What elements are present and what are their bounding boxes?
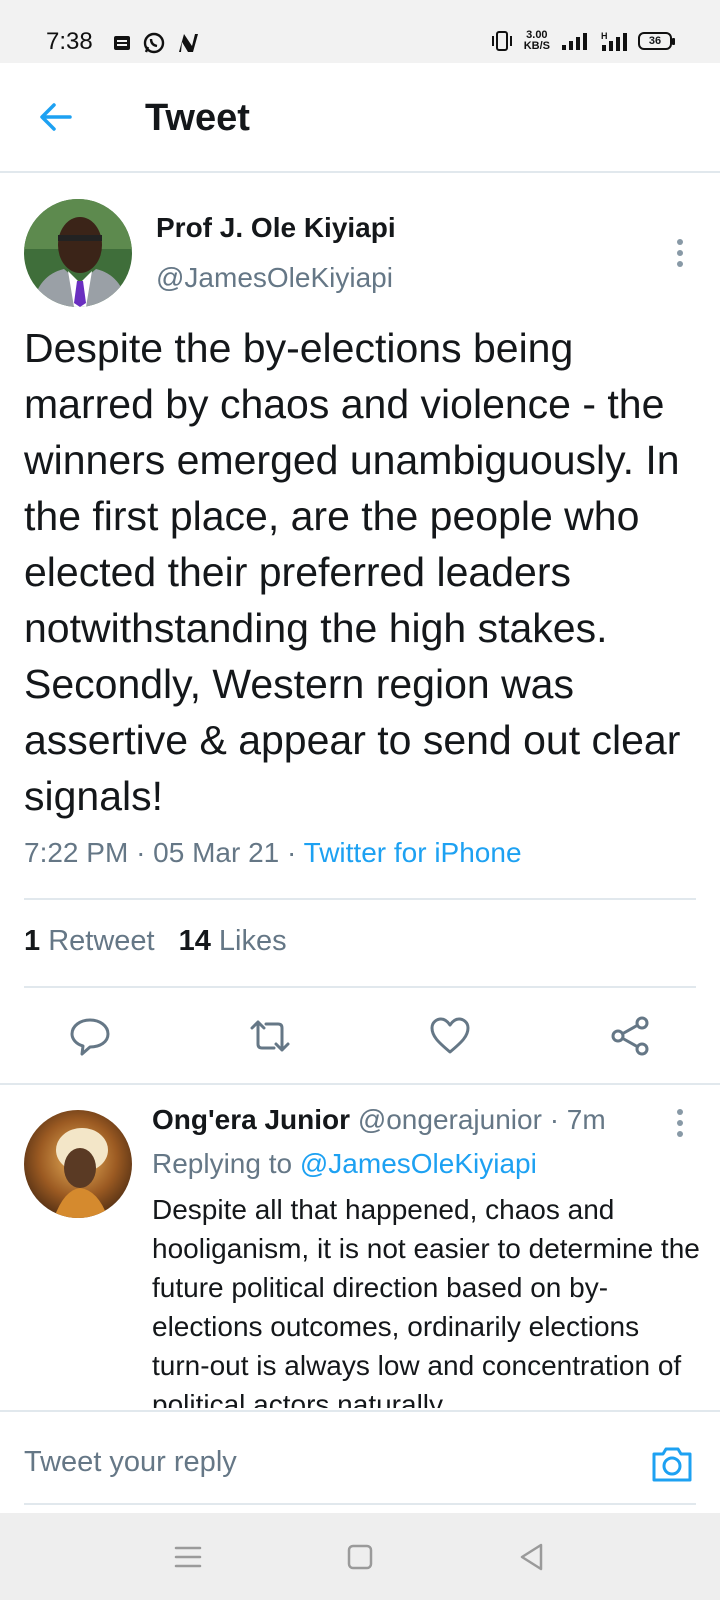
reply-compose-bar: Tweet your reply: [0, 1410, 720, 1513]
divider: [24, 986, 696, 988]
camera-icon[interactable]: [650, 1442, 694, 1486]
more-options-icon[interactable]: [670, 233, 690, 273]
home-square-icon[interactable]: [344, 1541, 376, 1573]
likes-stat[interactable]: 14 Likes: [179, 925, 287, 958]
network-speed: 3.00 KB/S: [524, 30, 550, 52]
back-arrow-icon[interactable]: [36, 97, 76, 137]
reply-author-avatar[interactable]: [24, 1110, 132, 1218]
battery-icon: 36: [638, 32, 675, 50]
meta-separator: ·: [287, 837, 297, 868]
replying-prefix: Replying to: [152, 1148, 293, 1179]
svg-text:H: H: [601, 31, 608, 41]
replying-handle-link[interactable]: @JamesOleKiyiapi: [300, 1148, 537, 1179]
author-name[interactable]: Prof J. Ole Kiyiapi: [156, 212, 396, 244]
reply-author-handle[interactable]: @ongerajunior: [358, 1104, 542, 1135]
retweet-icon[interactable]: [248, 1014, 292, 1058]
meta-separator: ·: [136, 837, 146, 868]
notification-icon: [114, 36, 130, 50]
menu-icon[interactable]: [172, 1541, 204, 1573]
status-time: 7:38: [46, 28, 93, 55]
tweet-source-link[interactable]: Twitter for iPhone: [304, 837, 522, 868]
whatsapp-icon: [143, 32, 165, 54]
reply-text[interactable]: Despite all that happened, chaos and hoo…: [152, 1190, 700, 1408]
back-triangle-icon[interactable]: [516, 1541, 548, 1573]
reply-input[interactable]: Tweet your reply: [24, 1446, 237, 1479]
vibrate-icon: [491, 31, 512, 51]
replying-to: Replying to @JamesOleKiyiapi: [152, 1148, 537, 1180]
reply-icon[interactable]: [68, 1014, 112, 1058]
status-left-icons: [112, 31, 200, 55]
system-nav-bar: [0, 1513, 720, 1600]
retweet-label: Retweet: [48, 925, 155, 957]
retweet-count: 1: [24, 925, 41, 957]
divider: [24, 898, 696, 900]
speed-unit: KB/S: [523, 40, 550, 52]
author-handle[interactable]: @JamesOleKiyiapi: [156, 262, 393, 294]
retweets-stat[interactable]: 1 Retweet: [24, 925, 155, 958]
divider: [0, 1083, 720, 1085]
compose-underline: [24, 1503, 696, 1505]
share-icon[interactable]: [608, 1014, 652, 1058]
tweet-stats: 1 Retweet 14 Likes: [24, 925, 287, 958]
like-label: Likes: [218, 925, 287, 957]
reply-more-options-icon[interactable]: [670, 1103, 690, 1143]
signal-h-icon: H: [601, 31, 627, 51]
tweet-text: Despite the by-elections being marred by…: [24, 325, 681, 819]
status-bar: 7:38 3.00 KB/S H 36: [0, 0, 720, 63]
reply-separator: ·: [549, 1104, 560, 1135]
signal-icon: [562, 33, 587, 50]
n-app-icon: [179, 34, 198, 52]
page-title: Tweet: [145, 97, 250, 139]
tweet-date: 05 Mar 21: [153, 837, 280, 868]
top-app-bar: Tweet: [0, 63, 720, 173]
tweet-actions: [0, 1010, 720, 1070]
tweet-meta: 7:22 PM · 05 Mar 21 · Twitter for iPhone: [24, 837, 522, 869]
tweet-time: 7:22 PM: [24, 837, 129, 868]
reply-author-name[interactable]: Ong'era Junior: [152, 1104, 350, 1135]
author-avatar[interactable]: [24, 199, 132, 307]
status-right-icons: 3.00 KB/S H 36: [490, 30, 675, 52]
like-icon[interactable]: [428, 1014, 472, 1058]
reply-header: Ong'era Junior @ongerajunior · 7m: [152, 1104, 606, 1136]
like-count: 14: [178, 925, 211, 957]
reply-time: 7m: [566, 1104, 606, 1135]
